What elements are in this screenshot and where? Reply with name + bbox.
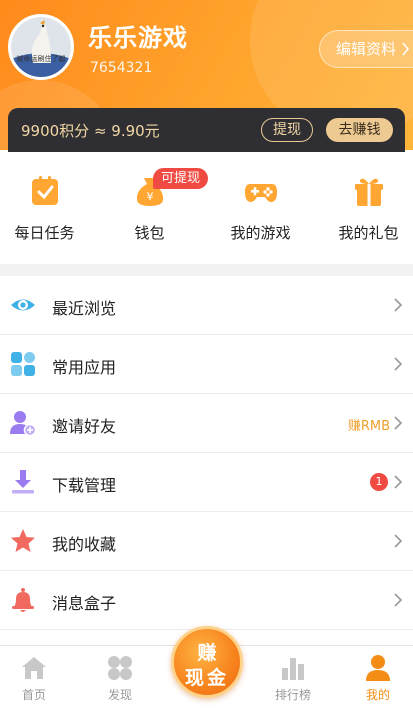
- withdrawable-badge: 可提现: [153, 168, 209, 189]
- avatar-goose-image: [11, 17, 71, 77]
- quick-label: 我的礼包: [338, 224, 399, 242]
- tab-mine[interactable]: 我的: [337, 646, 413, 711]
- discover-icon: [106, 654, 134, 682]
- eye-icon: [10, 292, 36, 318]
- quick-my-gifts[interactable]: 我的礼包: [317, 174, 413, 243]
- list-item-invite[interactable]: 邀请好友 赚RMB: [0, 394, 413, 453]
- apps-grid-icon: [10, 351, 36, 377]
- earn-cash-line1: 赚: [197, 642, 217, 664]
- earn-cash-line2: 现金: [184, 667, 229, 689]
- list-label: 邀请好友: [52, 417, 117, 436]
- list-item-messages[interactable]: 消息盒子: [0, 571, 413, 630]
- tab-label: 排行榜: [274, 688, 311, 702]
- avatar[interactable]: 被命运刷住了腿: [8, 14, 74, 80]
- quick-label: 钱包: [134, 224, 165, 242]
- download-count-badge: 1: [370, 473, 388, 491]
- chevron-right-icon: [393, 355, 403, 373]
- svg-text:¥: ¥: [146, 190, 153, 203]
- quick-my-games[interactable]: 我的游戏: [209, 174, 312, 243]
- tab-home[interactable]: 首页: [0, 646, 75, 711]
- earn-rmb-tip: 赚RMB: [347, 419, 390, 434]
- quick-daily-tasks[interactable]: 每日任务: [0, 174, 96, 243]
- chevron-right-icon: [393, 532, 403, 550]
- list-item-favorites[interactable]: 我的收藏: [0, 512, 413, 571]
- quick-label: 我的游戏: [230, 224, 291, 242]
- list-label: 消息盒子: [52, 594, 117, 613]
- download-icon: [10, 469, 36, 495]
- list-label: 最近浏览: [52, 299, 117, 318]
- earn-cash-button[interactable]: 赚 现金: [171, 626, 243, 698]
- tab-label: 我的: [365, 688, 390, 702]
- points-balance: 9900积分 ≈ 9.90元: [21, 122, 160, 140]
- chevron-right-icon: [393, 591, 403, 609]
- section-divider: [0, 264, 413, 276]
- points-card: 9900积分 ≈ 9.90元 提现 去赚钱: [8, 108, 405, 152]
- gift-icon: [352, 174, 386, 208]
- profile-icon: [364, 654, 392, 682]
- ranking-icon: [279, 654, 307, 682]
- edit-profile-label: 编辑资料: [336, 40, 397, 58]
- quick-actions: 每日任务 ¥ 钱包 我的游戏 我的礼包: [0, 152, 413, 264]
- avatar-caption: 被命运刷住了腿: [16, 55, 66, 63]
- chevron-right-icon: [393, 296, 403, 314]
- home-icon: [20, 654, 48, 682]
- bell-icon: [10, 587, 36, 613]
- tab-label: 发现: [107, 688, 132, 702]
- tab-discover[interactable]: 发现: [79, 646, 161, 711]
- list-item-common-apps[interactable]: 常用应用: [0, 335, 413, 394]
- chevron-right-icon: [393, 473, 403, 491]
- chevron-right-icon: [402, 31, 410, 80]
- chevron-right-icon: [393, 414, 403, 432]
- tab-ranking[interactable]: 排行榜: [252, 646, 334, 711]
- profile-page: 被命运刷住了腿 乐乐游戏 7654321 编辑资料 9900积分 ≈ 9.90元…: [0, 0, 413, 711]
- star-icon: [10, 528, 36, 554]
- menu-list: 最近浏览 常用应用 邀请好友 赚RMB 下载管理 1 我的收藏 消息盒子: [0, 276, 413, 630]
- go-earn-button[interactable]: 去赚钱: [326, 118, 393, 142]
- nickname: 乐乐游戏: [88, 24, 188, 52]
- clipboard-check-icon: [28, 174, 62, 208]
- withdraw-button[interactable]: 提现: [261, 118, 313, 142]
- list-label: 下载管理: [52, 476, 117, 495]
- list-item-recent[interactable]: 最近浏览: [0, 276, 413, 335]
- tab-label: 首页: [21, 688, 46, 702]
- add-user-icon: [10, 410, 37, 437]
- quick-label: 每日任务: [14, 224, 75, 242]
- list-item-downloads[interactable]: 下载管理 1: [0, 453, 413, 512]
- user-id: 7654321: [90, 60, 153, 76]
- list-label: 我的收藏: [52, 535, 117, 554]
- edit-profile-button[interactable]: 编辑资料: [319, 30, 413, 68]
- list-label: 常用应用: [52, 358, 117, 377]
- gamepad-icon: [244, 174, 278, 208]
